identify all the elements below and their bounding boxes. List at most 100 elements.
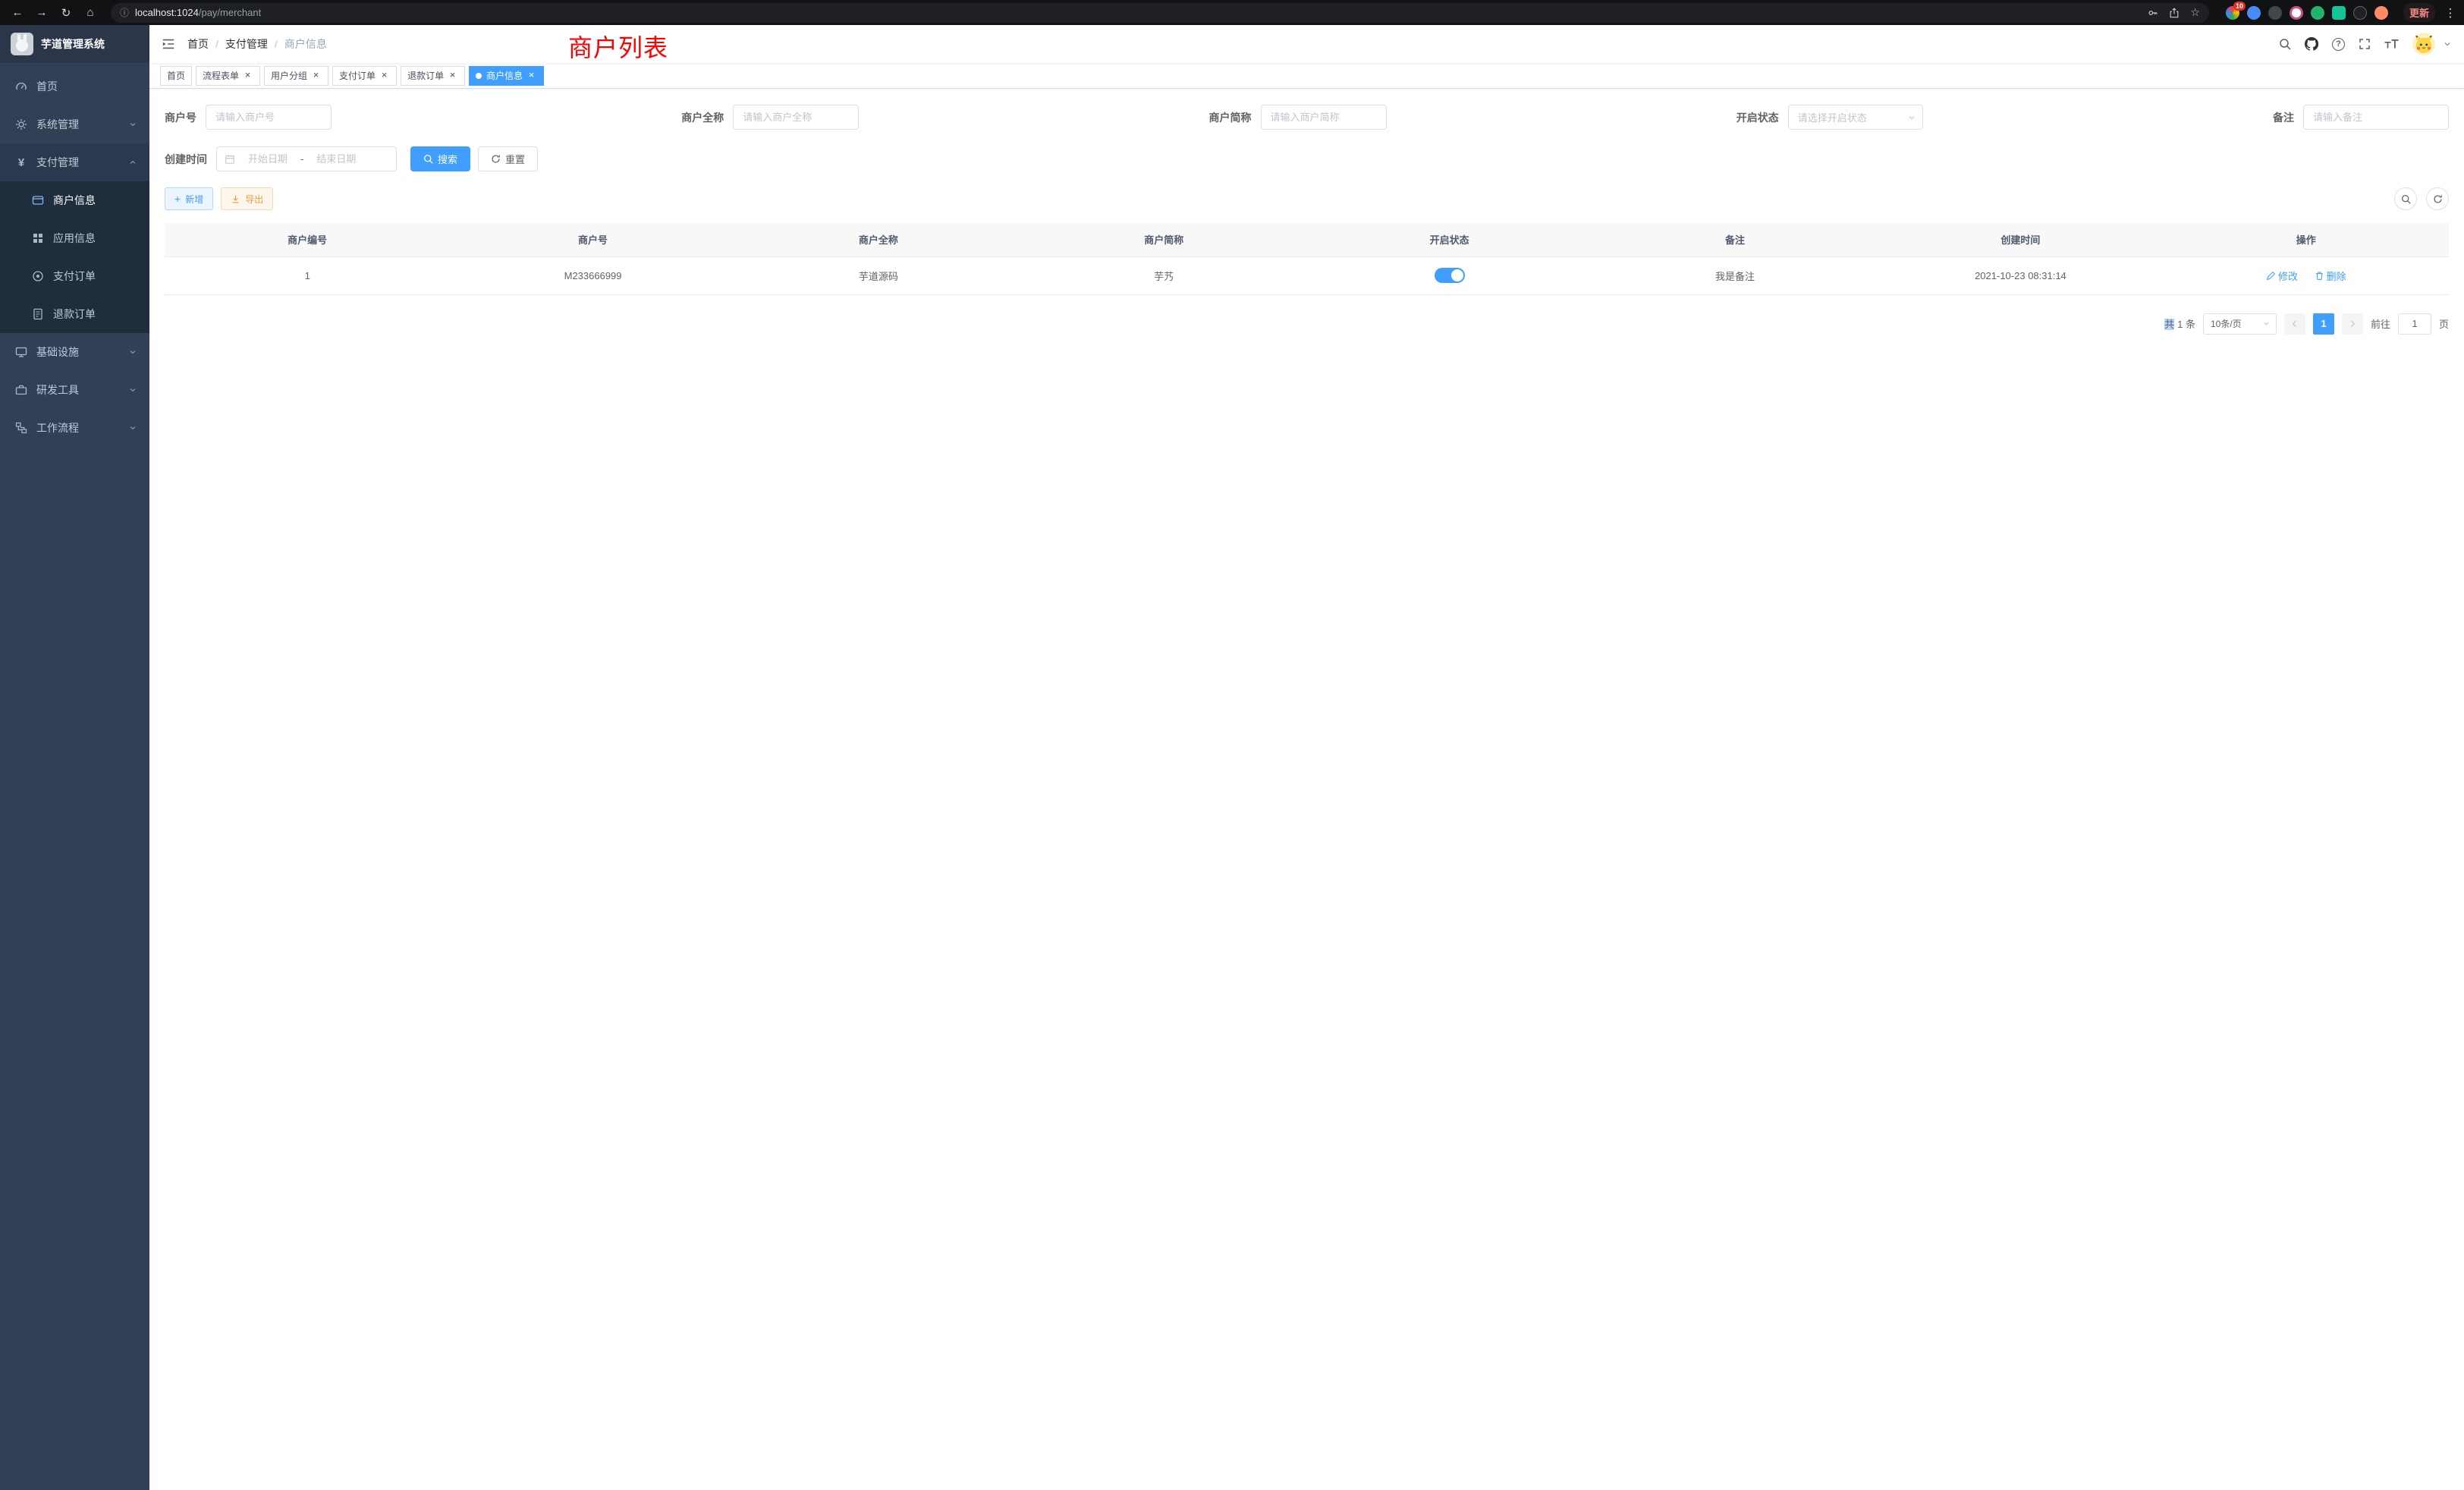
help-icon[interactable]: ?: [2332, 38, 2345, 51]
sidebar-item-label: 应用信息: [53, 231, 96, 246]
search-button[interactable]: 搜索: [410, 146, 470, 171]
extension-icon-1[interactable]: 10: [2226, 6, 2239, 20]
sidebar-item-merchant-info[interactable]: 商户信息: [0, 181, 149, 219]
sidebar-item-label: 基础设施: [36, 344, 79, 360]
sidebar-item-label: 商户信息: [53, 193, 96, 208]
sidebar-item-infrastructure[interactable]: 基础设施: [0, 333, 149, 371]
sidebar-item-home[interactable]: 首页: [0, 68, 149, 105]
plus-icon: +: [174, 193, 181, 204]
filter-row-2: 创建时间 - 搜索 重置: [165, 146, 2449, 171]
document-icon: [32, 308, 44, 320]
sidebar-logo[interactable]: 芋道管理系统: [0, 25, 149, 63]
add-button[interactable]: + 新增: [165, 187, 213, 210]
table-toolbar: + 新增 导出: [165, 187, 2449, 210]
tab-label: 商户信息: [486, 69, 523, 82]
end-date-input[interactable]: [308, 153, 364, 165]
home-icon[interactable]: ⌂: [80, 3, 100, 23]
reset-button[interactable]: 重置: [478, 146, 538, 171]
chevron-down-icon: [1907, 113, 1916, 122]
close-icon[interactable]: ×: [242, 70, 253, 81]
extension-icon-6[interactable]: [2332, 6, 2346, 20]
bookmark-star-icon[interactable]: ☆: [2190, 6, 2200, 19]
filter-merchant-name: 商户全称: [681, 105, 859, 130]
extension-icon-4[interactable]: [2290, 6, 2303, 20]
goto-page-input[interactable]: [2398, 313, 2431, 335]
sidebar-item-refund-order[interactable]: 退款订单: [0, 295, 149, 333]
extension-icon-7[interactable]: [2353, 6, 2367, 20]
chevron-up-icon: [128, 158, 137, 167]
cell-merchant-id: 1: [165, 256, 450, 294]
sidebar-item-label: 支付订单: [53, 269, 96, 284]
browser-update-button[interactable]: 更新: [2403, 3, 2435, 22]
merchant-no-input[interactable]: [206, 105, 332, 130]
tab-label: 首页: [167, 69, 185, 82]
pagination: 共1 条 10条/页 1 前往 页: [165, 313, 2449, 335]
sidebar-item-system[interactable]: 系统管理: [0, 105, 149, 143]
merchant-short-name-input[interactable]: [1261, 105, 1387, 130]
column-header: 商户简称: [1021, 223, 1306, 256]
search-icon[interactable]: [2279, 38, 2291, 50]
merchant-name-input[interactable]: [733, 105, 859, 130]
date-separator: -: [300, 153, 303, 165]
refresh-table-button[interactable]: [2426, 187, 2449, 210]
tab-user-group[interactable]: 用户分组 ×: [264, 66, 328, 86]
page-size-select[interactable]: 10条/页: [2203, 313, 2277, 335]
password-key-icon[interactable]: [2148, 8, 2158, 18]
next-page-button[interactable]: [2342, 313, 2363, 335]
refresh-icon: [2433, 194, 2443, 204]
extension-icon-5[interactable]: [2311, 6, 2324, 20]
create-time-range-picker[interactable]: -: [216, 146, 397, 171]
browser-menu-icon[interactable]: ⋮: [2444, 6, 2456, 20]
address-bar[interactable]: ⓘ localhost:1024/pay/merchant ☆: [111, 3, 2209, 23]
breadcrumb-home[interactable]: 首页: [187, 36, 209, 52]
chevron-down-icon: [2262, 319, 2271, 328]
tab-process-form[interactable]: 流程表单 ×: [196, 66, 260, 86]
back-icon[interactable]: ←: [8, 3, 27, 23]
column-header: 创建时间: [1878, 223, 2163, 256]
close-icon[interactable]: ×: [379, 70, 390, 81]
start-date-input[interactable]: [240, 153, 296, 165]
sidebar-toggle-button[interactable]: [162, 37, 175, 51]
extension-icon-3[interactable]: [2268, 6, 2282, 20]
user-avatar[interactable]: [2412, 33, 2435, 55]
browser-profile-avatar[interactable]: [2374, 6, 2388, 20]
tab-pay-order[interactable]: 支付订单 ×: [332, 66, 397, 86]
breadcrumb-payment[interactable]: 支付管理: [225, 36, 268, 52]
breadcrumb-separator: /: [215, 38, 218, 50]
sidebar-item-workflow[interactable]: 工作流程: [0, 409, 149, 447]
close-icon[interactable]: ×: [447, 70, 458, 81]
forward-icon[interactable]: →: [32, 3, 52, 23]
sidebar-item-dev-tools[interactable]: 研发工具: [0, 371, 149, 409]
sidebar-item-payment[interactable]: ¥ 支付管理: [0, 143, 149, 181]
chevron-down-icon: [128, 120, 137, 129]
tab-merchant-info[interactable]: 商户信息 ×: [469, 66, 544, 86]
status-select[interactable]: 请选择开启状态: [1788, 105, 1923, 130]
gear-icon: [15, 118, 27, 130]
site-info-icon[interactable]: ⓘ: [120, 6, 129, 19]
fullscreen-icon[interactable]: [2359, 38, 2371, 50]
reload-icon[interactable]: ↻: [56, 3, 76, 23]
tab-home[interactable]: 首页: [160, 66, 192, 86]
avatar-caret-icon[interactable]: [2443, 39, 2452, 49]
font-size-icon[interactable]: [2384, 39, 2399, 50]
grid-icon: [32, 232, 44, 244]
delete-link[interactable]: 删除: [2315, 269, 2346, 283]
share-icon[interactable]: [2169, 8, 2180, 18]
extension-icon-2[interactable]: [2247, 6, 2261, 20]
remark-input[interactable]: [2303, 105, 2449, 130]
tab-refund-order[interactable]: 退款订单 ×: [401, 66, 465, 86]
cell-full-name: 芋道源码: [736, 256, 1021, 294]
close-icon[interactable]: ×: [526, 70, 537, 81]
close-icon[interactable]: ×: [310, 70, 322, 81]
prev-page-button[interactable]: [2284, 313, 2305, 335]
export-button[interactable]: 导出: [221, 187, 273, 210]
target-icon: [32, 270, 44, 282]
refresh-icon: [491, 154, 501, 164]
toggle-search-button[interactable]: [2394, 187, 2417, 210]
sidebar-item-pay-order[interactable]: 支付订单: [0, 257, 149, 295]
edit-link[interactable]: 修改: [2266, 269, 2298, 283]
page-1-button[interactable]: 1: [2313, 313, 2334, 335]
github-icon[interactable]: [2305, 37, 2318, 51]
status-toggle[interactable]: [1435, 268, 1465, 283]
sidebar-item-app-info[interactable]: 应用信息: [0, 219, 149, 257]
